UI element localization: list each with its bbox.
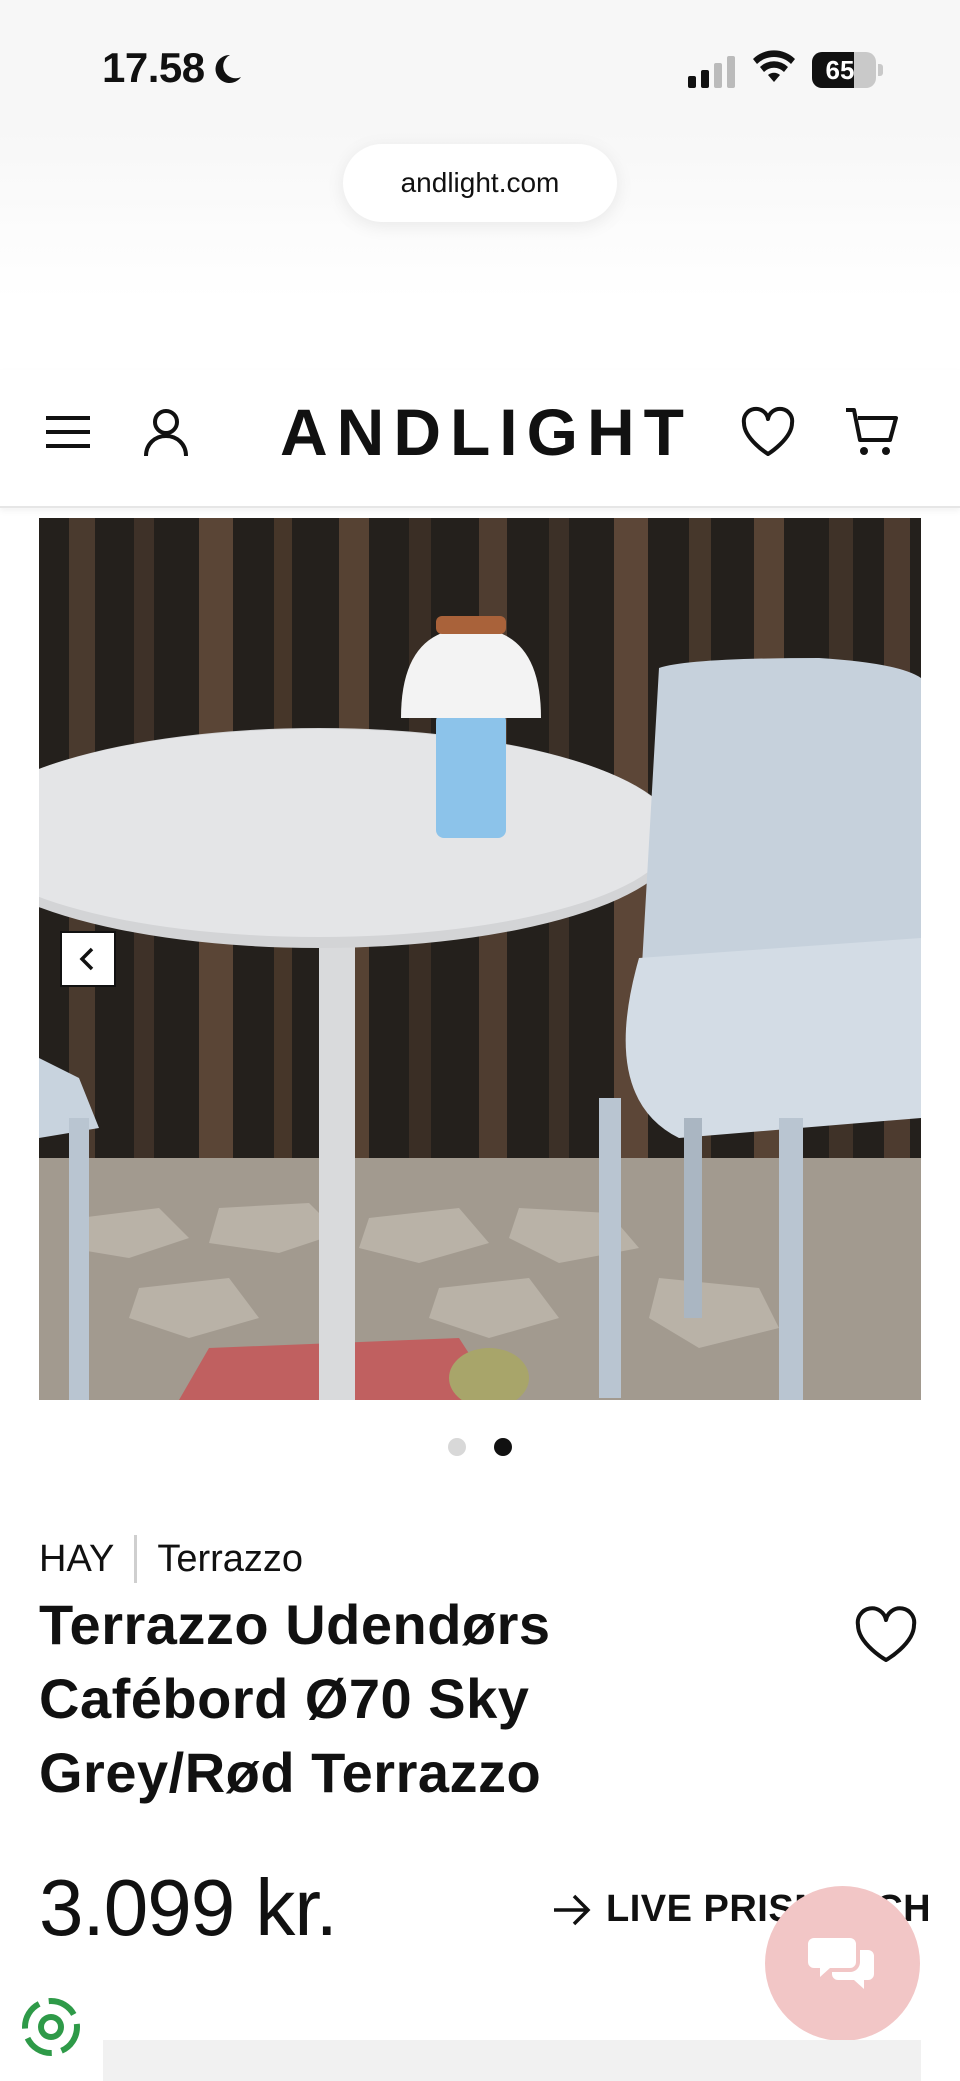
menu-icon[interactable] bbox=[38, 402, 98, 462]
product-title: Terrazzo Udendørs Cafébord Ø70 Sky Grey/… bbox=[39, 1593, 551, 1804]
site-logo[interactable]: ANDLIGHT bbox=[280, 392, 690, 472]
gallery-pagination bbox=[0, 1438, 960, 1458]
recycle-badge-icon[interactable] bbox=[18, 1994, 84, 2060]
status-time: 17.58 bbox=[102, 44, 205, 91]
cart-icon[interactable] bbox=[842, 402, 902, 462]
battery-tip bbox=[878, 64, 883, 76]
chat-bubbles-icon bbox=[807, 1937, 874, 1989]
cellular-signal-icon bbox=[688, 54, 735, 88]
brand-link[interactable]: HAY bbox=[39, 1538, 114, 1581]
browser-bar: andlight.com bbox=[0, 130, 960, 300]
url-field[interactable]: andlight.com bbox=[343, 144, 617, 222]
moon-icon bbox=[215, 54, 241, 83]
divider bbox=[134, 1535, 138, 1583]
wifi-icon bbox=[753, 50, 795, 82]
gallery-dot-1[interactable] bbox=[448, 1438, 466, 1456]
chat-button[interactable] bbox=[765, 1886, 920, 2041]
chevron-left-icon bbox=[79, 947, 94, 971]
battery-percent: 65 bbox=[825, 55, 855, 85]
brand-breadcrumb: HAY Terrazzo bbox=[39, 1535, 303, 1583]
status-bar: 17.58 65 bbox=[0, 0, 960, 130]
battery-icon: 65 bbox=[812, 52, 876, 88]
arrow-right-icon bbox=[554, 1894, 591, 1925]
product-image[interactable] bbox=[39, 518, 921, 1400]
wishlist-heart-icon[interactable] bbox=[852, 1604, 920, 1666]
gallery-dot-2[interactable] bbox=[494, 1438, 512, 1456]
gallery-prev-button[interactable] bbox=[60, 931, 116, 987]
series-link[interactable]: Terrazzo bbox=[157, 1538, 303, 1581]
bottom-panel bbox=[103, 2040, 921, 2081]
heart-icon[interactable] bbox=[738, 402, 798, 462]
product-price: 3.099 kr. bbox=[39, 1863, 338, 1952]
site-header: ANDLIGHT bbox=[0, 370, 960, 508]
account-icon[interactable] bbox=[136, 402, 196, 462]
